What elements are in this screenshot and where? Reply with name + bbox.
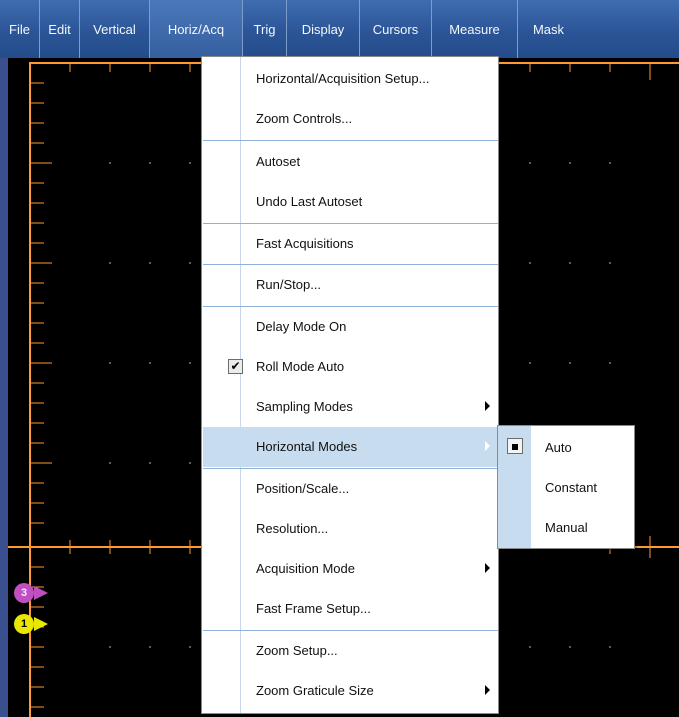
menu-item-fast-acquisitions[interactable]: Fast Acquisitions xyxy=(203,224,498,264)
submenu-item-manual[interactable]: Manual xyxy=(498,508,634,548)
submenu-item-label: Constant xyxy=(545,480,598,495)
submenu-arrow-icon xyxy=(485,563,490,573)
channel-3-marker[interactable]: 3 xyxy=(14,583,34,603)
menu-item-label: Position/Scale... xyxy=(256,481,350,496)
menu-item-zoom-setup[interactable]: Zoom Setup... xyxy=(203,631,498,671)
horizontal-modes-submenu: Auto Constant Manual xyxy=(497,425,635,549)
menu-horiz-acq[interactable]: Horiz/Acq xyxy=(150,0,243,58)
menu-item-autoset[interactable]: Autoset xyxy=(203,142,498,182)
menu-item-horizontal-acquisition-setup[interactable]: Horizontal/Acquisition Setup... xyxy=(203,59,498,99)
menu-item-delay-mode-on[interactable]: Delay Mode On xyxy=(203,307,498,347)
menu-item-label: Acquisition Mode xyxy=(256,561,355,576)
menu-file[interactable]: File xyxy=(0,0,40,58)
menu-item-label: Autoset xyxy=(256,154,301,169)
menu-item-run-stop[interactable]: Run/Stop... xyxy=(203,265,498,305)
channel-3-arrow-icon xyxy=(34,586,48,600)
menu-bar: File Edit Vertical Horiz/Acq Trig Displa… xyxy=(0,0,679,59)
menu-cursors[interactable]: Cursors xyxy=(360,0,432,58)
submenu-arrow-icon xyxy=(485,401,490,411)
menu-item-zoom-graticule-size[interactable]: Zoom Graticule Size xyxy=(203,671,498,711)
menu-item-label: Fast Acquisitions xyxy=(256,236,354,251)
menu-item-label: Zoom Setup... xyxy=(256,643,338,658)
menu-item-resolution[interactable]: Resolution... xyxy=(203,509,498,549)
menu-item-fast-frame-setup[interactable]: Fast Frame Setup... xyxy=(203,589,498,629)
submenu-item-constant[interactable]: Constant xyxy=(498,468,634,508)
menu-trig[interactable]: Trig xyxy=(243,0,287,58)
menu-item-position-scale[interactable]: Position/Scale... xyxy=(203,469,498,509)
menu-item-horizontal-modes[interactable]: Horizontal Modes xyxy=(203,427,498,467)
menu-item-label: Delay Mode On xyxy=(256,319,347,334)
menu-item-label: Horizontal/Acquisition Setup... xyxy=(256,71,430,86)
horiz-acq-dropdown: Horizontal/Acquisition Setup... Zoom Con… xyxy=(201,56,499,714)
menu-item-label: Fast Frame Setup... xyxy=(256,601,371,616)
submenu-arrow-icon xyxy=(485,685,490,695)
menu-item-label: Zoom Graticule Size xyxy=(256,683,374,698)
submenu-arrow-icon xyxy=(485,441,490,451)
submenu-item-label: Manual xyxy=(545,520,588,535)
menu-vertical[interactable]: Vertical xyxy=(80,0,150,58)
submenu-item-label: Auto xyxy=(545,440,572,455)
channel-1-arrow-icon xyxy=(34,617,48,631)
submenu-item-auto[interactable]: Auto xyxy=(498,428,634,468)
menu-item-label: Roll Mode Auto xyxy=(256,359,345,374)
channel-1-marker[interactable]: 1 xyxy=(14,614,34,634)
menu-item-label: Resolution... xyxy=(256,521,329,536)
menu-item-sampling-modes[interactable]: Sampling Modes xyxy=(203,387,498,427)
menu-item-label: Horizontal Modes xyxy=(256,439,358,454)
scope-left-edge xyxy=(0,58,8,717)
checkmark-icon: ✔ xyxy=(228,359,243,374)
bullet-icon xyxy=(512,444,518,450)
menu-item-label: Zoom Controls... xyxy=(256,111,353,126)
menu-measure[interactable]: Measure xyxy=(432,0,518,58)
menu-item-undo-last-autoset[interactable]: Undo Last Autoset xyxy=(203,182,498,222)
menu-display[interactable]: Display xyxy=(287,0,360,58)
menu-edit[interactable]: Edit xyxy=(40,0,80,58)
menu-item-zoom-controls[interactable]: Zoom Controls... xyxy=(203,99,498,139)
menu-mask[interactable]: Mask xyxy=(518,0,579,58)
menu-item-label: Sampling Modes xyxy=(256,399,353,414)
menu-item-roll-mode-auto[interactable]: ✔ Roll Mode Auto xyxy=(203,347,498,387)
menu-item-label: Run/Stop... xyxy=(256,277,322,292)
menu-separator xyxy=(203,140,498,141)
menu-item-label: Undo Last Autoset xyxy=(256,194,363,209)
menu-item-acquisition-mode[interactable]: Acquisition Mode xyxy=(203,549,498,589)
